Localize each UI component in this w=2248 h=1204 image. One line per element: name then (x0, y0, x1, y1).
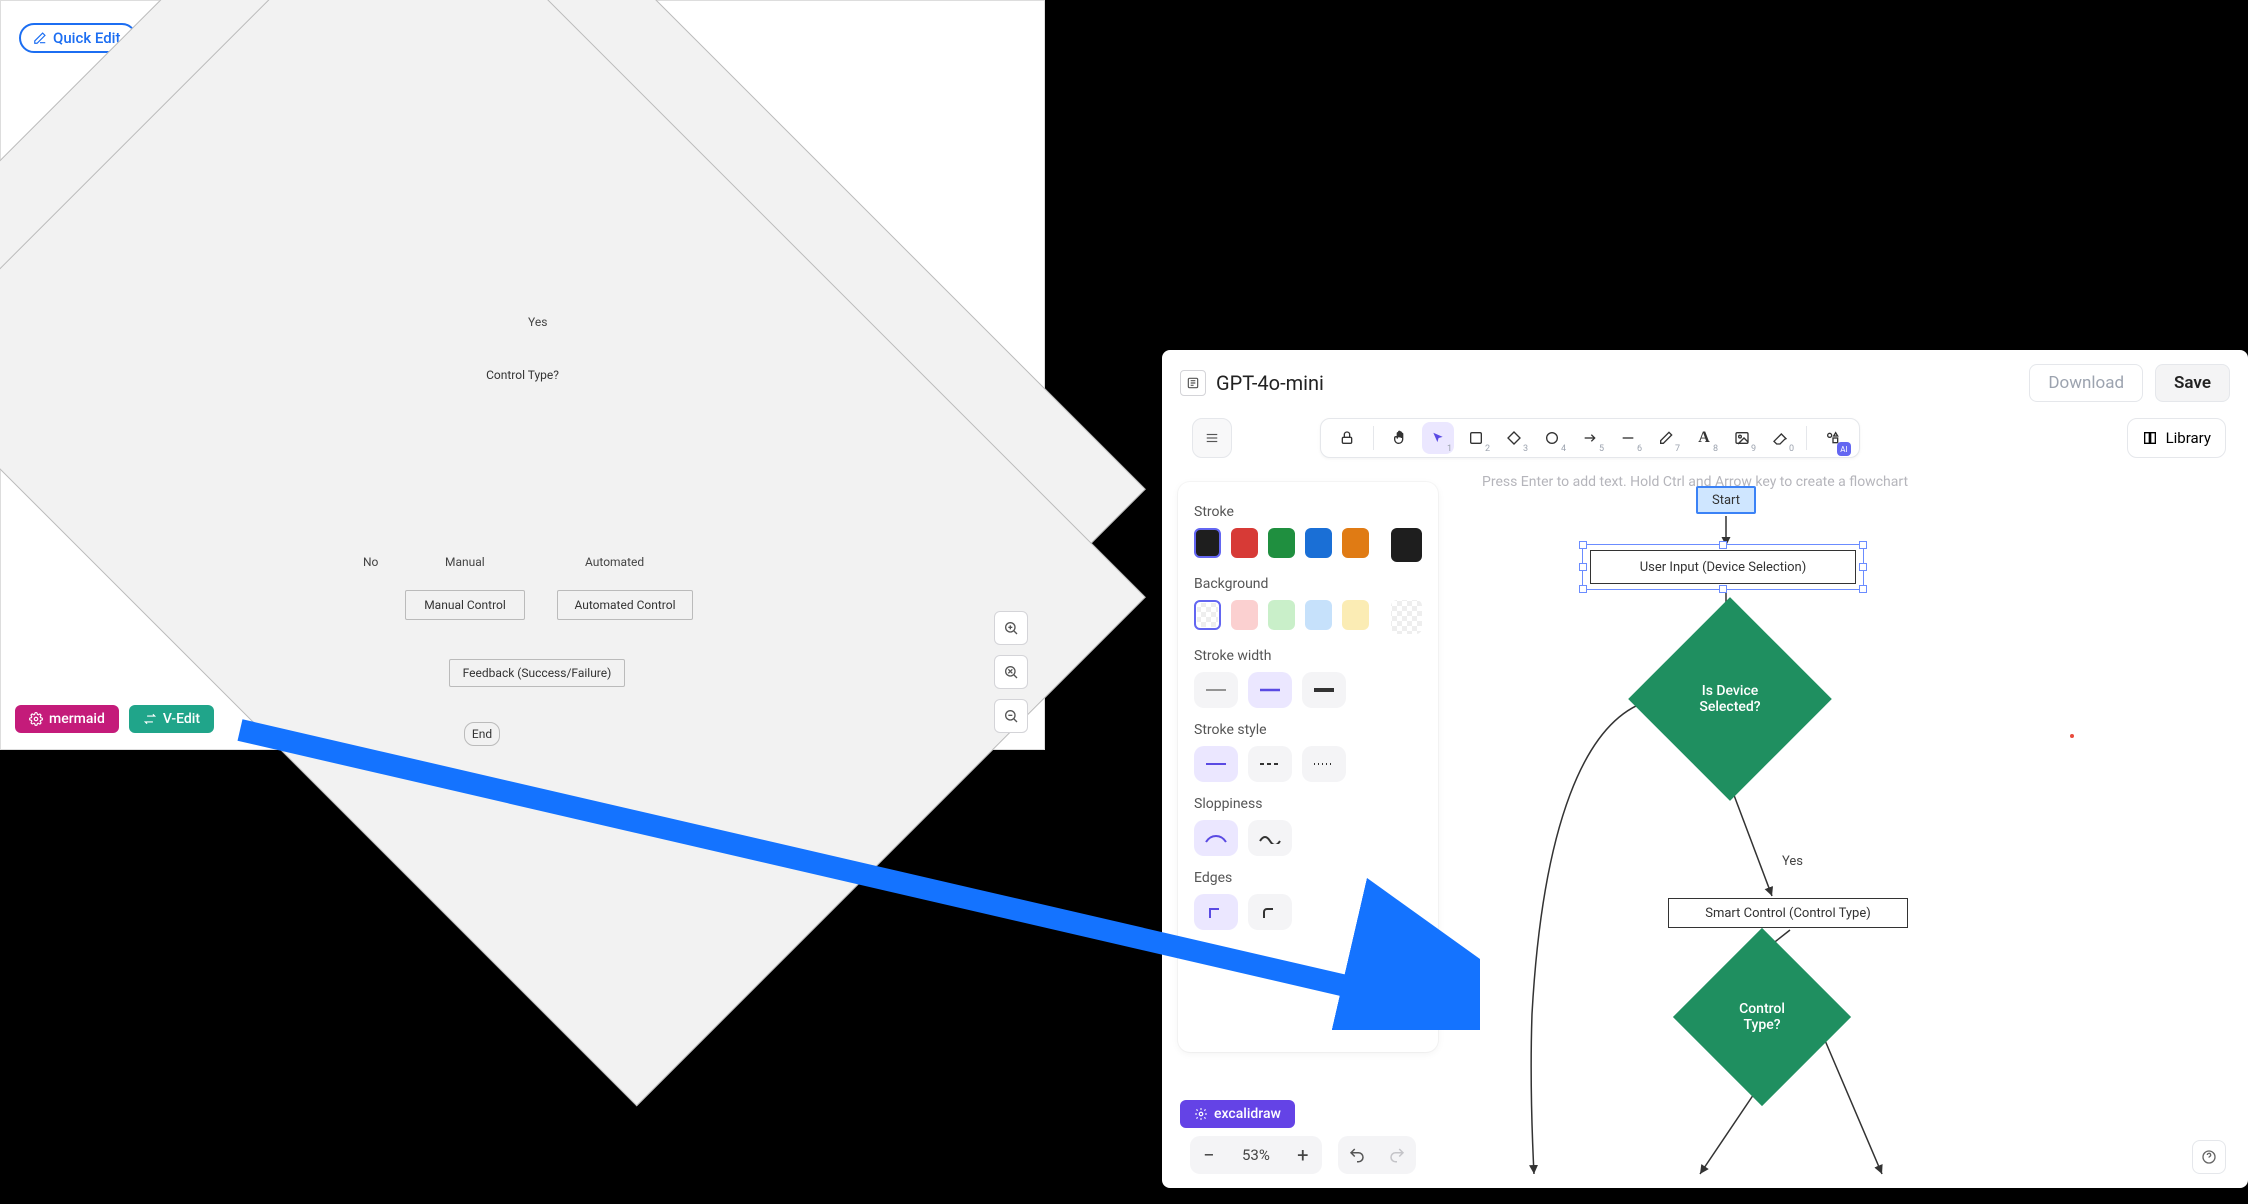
tool-eraser[interactable]: 0 (1764, 422, 1796, 454)
node-user-input[interactable]: User Input (Device Selection) (1590, 550, 1856, 584)
node-end: End (464, 722, 500, 746)
hamburger-icon (1203, 431, 1221, 445)
pointer-icon (1431, 431, 1445, 445)
gear-icon (29, 712, 43, 726)
tool-pointer[interactable]: 1 (1422, 422, 1454, 454)
zoom-in-icon (1003, 620, 1019, 636)
zoom-controls (994, 611, 1028, 733)
footer-buttons: mermaid V-Edit (15, 705, 214, 733)
v-edit-button[interactable]: V-Edit (129, 705, 214, 733)
text-icon: A (1698, 429, 1710, 447)
v-edit-label: V-Edit (163, 711, 200, 727)
tool-image[interactable]: 9 (1726, 422, 1758, 454)
diamond-icon (1506, 430, 1522, 446)
circle-icon (1544, 430, 1560, 446)
tool-hand[interactable] (1384, 422, 1416, 454)
node-feedback: Feedback (Success/Failure) (449, 659, 625, 687)
header: GPT-4o-mini Download Save (1162, 350, 2248, 410)
library-button[interactable]: Library (2127, 418, 2226, 458)
book-icon (2142, 430, 2158, 446)
menu-button[interactable] (1192, 418, 1232, 458)
tool-ellipse[interactable]: 4 (1536, 422, 1568, 454)
model-icon (1180, 370, 1206, 396)
tool-ai[interactable]: AI (1817, 422, 1849, 454)
zoom-in-button[interactable] (994, 611, 1028, 645)
tool-arrow[interactable]: 5 (1574, 422, 1606, 454)
tool-draw[interactable]: 7 (1650, 422, 1682, 454)
node-decision-type: Control Type? (1, 123, 109, 231)
node-automated: Automated Control (557, 590, 693, 620)
cursor-dot (2070, 734, 2074, 738)
node-decision-type[interactable]: Control Type? (1699, 954, 1825, 1080)
model-title: GPT-4o-mini (1180, 370, 1324, 396)
tool-lock[interactable] (1331, 422, 1363, 454)
edge-label-yes: Yes (528, 315, 547, 329)
flowchart-a: Start User Input (Device Selection) Is D… (1, 15, 1044, 735)
arrow-icon (1582, 430, 1598, 446)
model-name: GPT-4o-mini (1216, 371, 1324, 395)
image-icon (1734, 430, 1750, 446)
swap-icon (143, 712, 157, 726)
lock-icon (1339, 430, 1355, 446)
panel-mermaid-preview: Quick Edit Start User Input (De (0, 0, 1045, 750)
pencil-icon (1658, 430, 1674, 446)
zoom-out-icon (1003, 708, 1019, 724)
zoom-reset-icon (1003, 664, 1019, 680)
tool-line[interactable]: 6 (1612, 422, 1644, 454)
edge-label-automated: Automated (585, 555, 644, 569)
canvas[interactable]: Press Enter to add text. Hold Ctrl and A… (1162, 454, 2248, 1188)
tool-text[interactable]: A8 (1688, 422, 1720, 454)
edge-label-no: No (363, 555, 378, 569)
tool-rect[interactable]: 2 (1460, 422, 1492, 454)
zoom-out-button[interactable] (994, 699, 1028, 733)
save-button[interactable]: Save (2155, 364, 2230, 402)
mermaid-button[interactable]: mermaid (15, 705, 119, 733)
edge-label-yes: Yes (1782, 854, 1803, 869)
node-smart-control[interactable]: Smart Control (Control Type) (1668, 898, 1908, 928)
toolbar: 1 2 3 4 5 6 7 A8 9 0 AI (1320, 418, 1860, 458)
rect-icon (1468, 430, 1484, 446)
library-label: Library (2166, 429, 2211, 447)
node-manual: Manual Control (405, 590, 525, 620)
panel-excalidraw: GPT-4o-mini Download Save 1 2 3 4 5 6 7 … (1162, 350, 2248, 1188)
download-button[interactable]: Download (2029, 364, 2143, 402)
line-icon (1620, 430, 1636, 446)
node-decision-selected[interactable]: Is Device Selected? (1658, 627, 1802, 771)
zoom-reset-button[interactable] (994, 655, 1028, 689)
edge-label-manual: Manual (445, 555, 485, 569)
hand-icon (1392, 430, 1408, 446)
node-start[interactable]: Start (1696, 486, 1756, 514)
tool-diamond[interactable]: 3 (1498, 422, 1530, 454)
mermaid-label: mermaid (49, 711, 105, 727)
eraser-icon (1772, 430, 1788, 446)
